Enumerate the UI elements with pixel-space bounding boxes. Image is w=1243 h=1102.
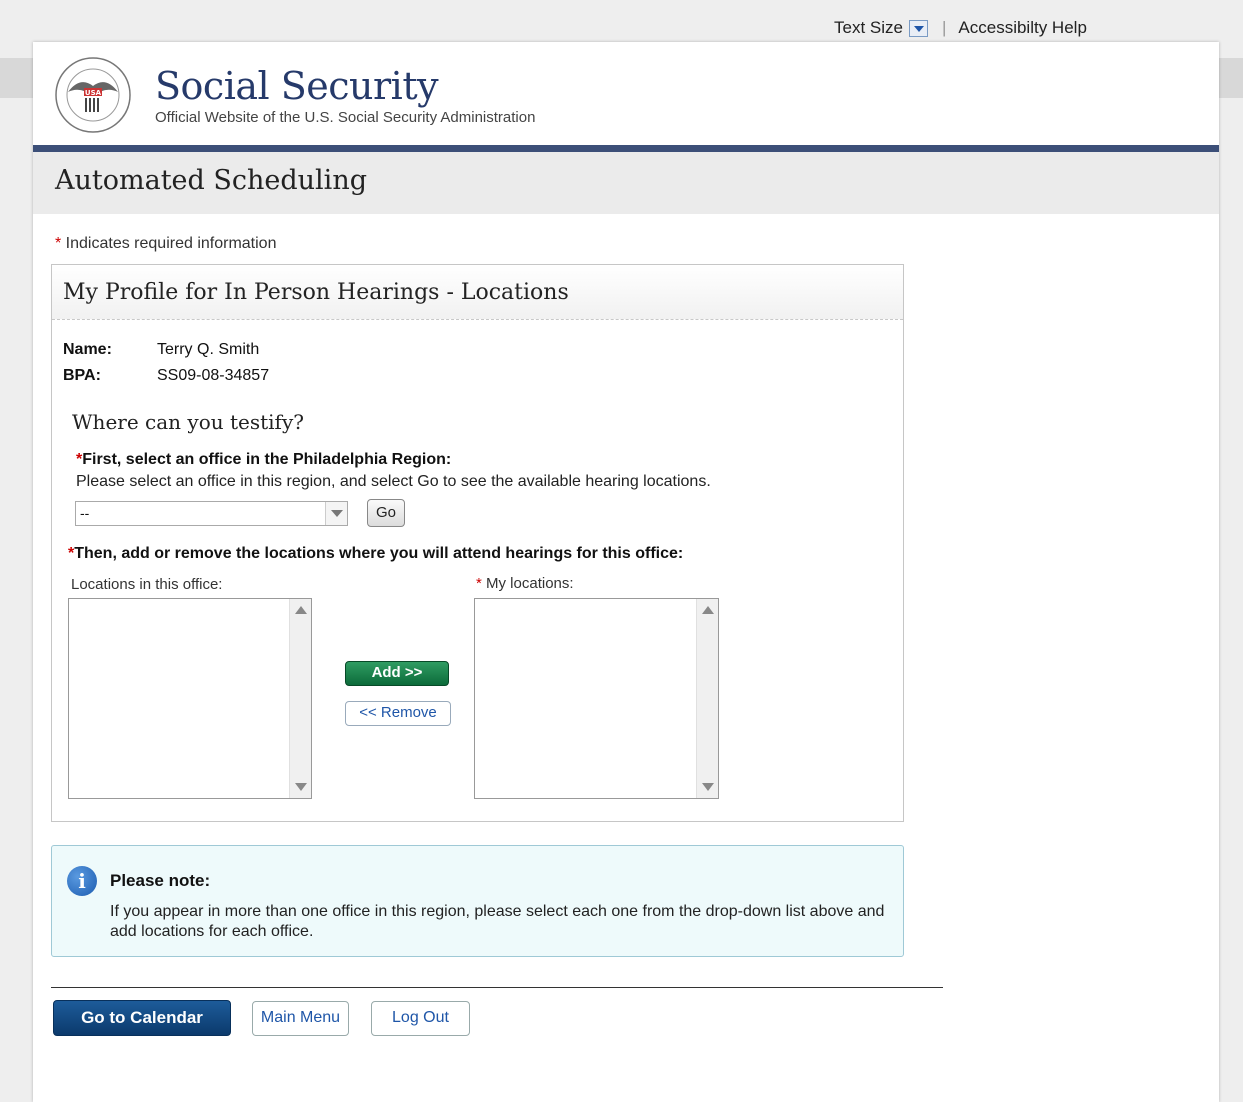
utility-separator: | [941,18,947,37]
scroll-up-icon[interactable] [295,606,307,614]
locations-listbox[interactable] [68,598,312,799]
scrollbar[interactable] [696,599,718,798]
name-value: Terry Q. Smith [157,341,260,358]
testify-heading: Where can you testify? [72,410,304,434]
scroll-down-icon[interactable] [702,783,714,791]
site-title[interactable]: Social Security [155,64,439,108]
chevron-down-icon[interactable] [325,502,347,525]
site-subtitle: Official Website of the U.S. Social Secu… [155,109,536,126]
my-locations-label: * My locations: [476,575,574,592]
utility-bar: Text Size | Accessibilty Help [834,18,1087,38]
locations-label: Locations in this office: [71,576,223,593]
page-container: USA Social Security Official Website of … [33,42,1219,1102]
my-locations-listbox[interactable] [474,598,719,799]
log-out-button[interactable]: Log Out [371,1001,470,1036]
step1-label: *First, select an office in the Philadel… [76,451,451,469]
main-menu-button[interactable]: Main Menu [252,1001,349,1036]
name-label: Name: [63,341,112,358]
step1-help: Please select an office in this region, … [76,473,711,490]
step2-label: *Then, add or remove the locations where… [68,545,683,563]
name-row: Name: Terry Q. Smith [63,341,259,359]
go-to-calendar-button[interactable]: Go to Calendar [53,1000,231,1036]
office-select[interactable]: -- [75,501,348,526]
scrollbar[interactable] [289,599,311,798]
bpa-label: BPA: [63,367,101,384]
divider [51,987,943,988]
my-locations-text: My locations: [481,575,574,592]
site-header: USA Social Security Official Website of … [33,42,1219,152]
scroll-up-icon[interactable] [702,606,714,614]
step2-text: Then, add or remove the locations where … [74,545,684,562]
remove-button[interactable]: << Remove [345,701,451,726]
text-size-link[interactable]: Text Size [834,18,903,38]
ssa-seal-logo[interactable]: USA [54,56,132,134]
required-note-text: Indicates required information [61,235,277,252]
panel-title: My Profile for In Person Hearings - Loca… [63,280,569,305]
chevron-down-icon[interactable] [908,19,928,37]
go-button[interactable]: Go [367,499,405,527]
page-title-bar: Automated Scheduling [33,152,1219,214]
page-title: Automated Scheduling [55,165,367,196]
panel-header: My Profile for In Person Hearings - Loca… [52,265,903,320]
office-select-value: -- [80,505,90,521]
note-title: Please note: [110,871,211,890]
note-body: If you appear in more than one office in… [110,903,885,940]
bpa-value: SS09-08-34857 [157,367,270,384]
step1-text: First, select an office in the Philadelp… [82,451,452,468]
required-note: * Indicates required information [55,235,276,253]
accessibility-help-link[interactable]: Accessibilty Help [958,18,1087,38]
svg-text:USA: USA [85,89,102,97]
scroll-down-icon[interactable] [295,783,307,791]
bpa-row: BPA: SS09-08-34857 [63,367,269,385]
add-button[interactable]: Add >> [345,661,449,686]
info-icon: i [67,866,97,896]
profile-panel: My Profile for In Person Hearings - Loca… [51,264,904,822]
info-note: i Please note: If you appear in more tha… [51,845,904,957]
